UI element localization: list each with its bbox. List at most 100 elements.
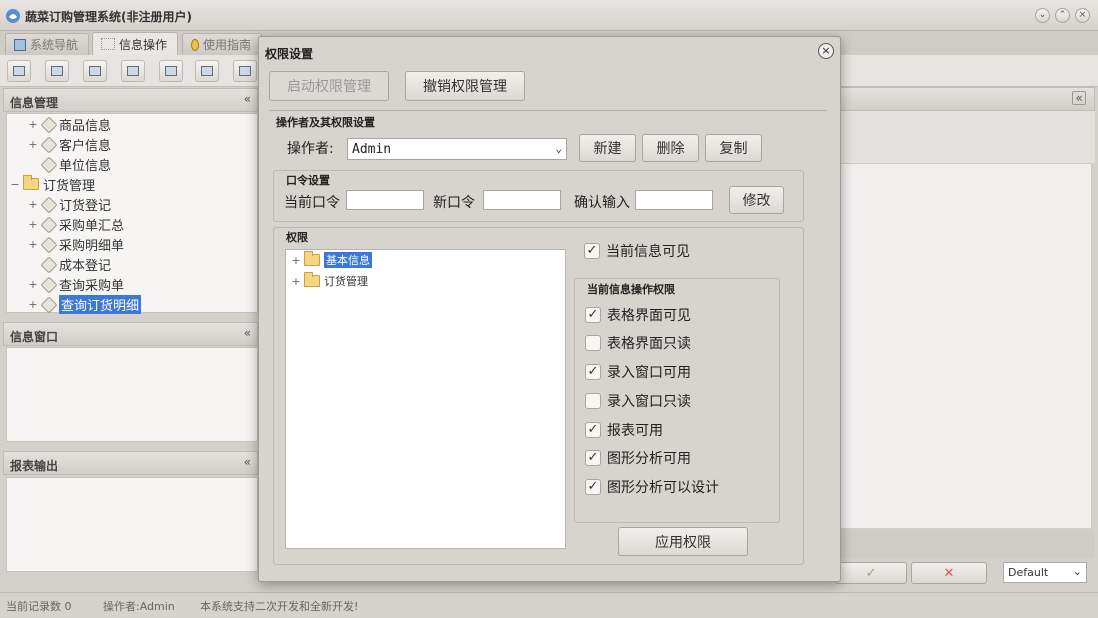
tree-item-products[interactable]: + 商品信息 bbox=[27, 114, 111, 134]
permission-dialog: 权限设置 × 启动权限管理 撤销权限管理 操作者及其权限设置 操作者: Admi… bbox=[258, 36, 841, 582]
new-password-field[interactable] bbox=[483, 190, 561, 210]
checkbox[interactable] bbox=[585, 335, 601, 351]
right-panel-body bbox=[840, 163, 1092, 529]
folder-icon bbox=[304, 251, 320, 266]
search-icon[interactable] bbox=[7, 60, 31, 82]
expand-icon[interactable]: + bbox=[27, 278, 39, 291]
window-icon[interactable] bbox=[159, 60, 183, 82]
collapse-node-icon[interactable]: − bbox=[9, 178, 21, 191]
modify-password-button[interactable]: 修改 bbox=[729, 186, 784, 214]
export-icon[interactable] bbox=[195, 60, 219, 82]
visible-checkbox-row[interactable]: ✓ 当前信息可见 bbox=[584, 241, 690, 261]
close-icon[interactable]: × bbox=[818, 43, 834, 59]
expand-icon[interactable]: + bbox=[27, 118, 39, 131]
collapse-icon[interactable]: « bbox=[1072, 91, 1086, 105]
confirm-password-field[interactable] bbox=[635, 190, 713, 210]
op-table-readonly[interactable]: 表格界面只读 bbox=[585, 333, 691, 353]
tree-item-units[interactable]: 单位信息 bbox=[27, 154, 111, 174]
op-chart-enabled[interactable]: ✓ 图形分析可用 bbox=[585, 448, 691, 468]
op-table-visible[interactable]: ✓ 表格界面可见 bbox=[585, 305, 691, 325]
operator-label: 操作者: bbox=[287, 141, 334, 157]
tree-item-purchase-detail[interactable]: + 采购明细单 bbox=[27, 234, 124, 254]
leaf-icon bbox=[41, 157, 55, 171]
monitor-icon bbox=[14, 38, 26, 51]
checkbox[interactable] bbox=[585, 393, 601, 409]
op-entry-readonly[interactable]: 录入窗口只读 bbox=[585, 391, 691, 411]
tree-item-purchase-summary[interactable]: + 采购单汇总 bbox=[27, 214, 124, 234]
checkbox-label: 表格界面可见 bbox=[607, 308, 691, 324]
current-password-field[interactable] bbox=[346, 190, 424, 210]
operator-select[interactable]: Admin ⌄ bbox=[347, 138, 567, 160]
title-bar: 蔬菜订购管理系统(非注册用户) ⌄ ⌃ × bbox=[0, 0, 1098, 31]
tree-item-order-mgmt[interactable]: − 订货管理 bbox=[9, 174, 95, 194]
new-password-label: 新口令 bbox=[433, 195, 475, 211]
print-icon[interactable] bbox=[233, 60, 257, 82]
list-icon[interactable] bbox=[45, 60, 69, 82]
dialog-title: 权限设置 bbox=[265, 47, 314, 61]
tree-label: 单位信息 bbox=[59, 158, 112, 174]
tree-item-query-purchase[interactable]: + 查询采购单 bbox=[27, 274, 124, 294]
checkbox[interactable]: ✓ bbox=[584, 243, 600, 259]
checkbox[interactable]: ✓ bbox=[585, 422, 601, 438]
tree-item-order-register[interactable]: + 订货登记 bbox=[27, 194, 111, 214]
checkbox[interactable]: ✓ bbox=[585, 364, 601, 380]
expand-icon[interactable]: + bbox=[27, 238, 39, 251]
expand-icon[interactable]: + bbox=[27, 298, 39, 311]
revoke-permission-button[interactable]: 撤销权限管理 bbox=[405, 71, 525, 101]
close-window-icon[interactable]: × bbox=[1075, 8, 1090, 23]
tree-item-query-order-detail[interactable]: + 查询订货明细 bbox=[27, 294, 142, 314]
tree-label: 订货登记 bbox=[59, 198, 112, 214]
expand-icon[interactable]: + bbox=[27, 138, 39, 151]
delete-operator-button[interactable]: 删除 bbox=[642, 134, 699, 162]
leaf-icon bbox=[41, 117, 55, 131]
collapse-icon[interactable]: « bbox=[244, 326, 251, 340]
copy-operator-button[interactable]: 复制 bbox=[705, 134, 762, 162]
info-window-body bbox=[6, 347, 258, 442]
document-icon[interactable] bbox=[83, 60, 107, 82]
cancel-icon[interactable]: ✕ bbox=[911, 562, 987, 584]
style-select[interactable]: Default ⌄ bbox=[1003, 562, 1087, 583]
perm-tree-item-basic-info[interactable]: + 基本信息 bbox=[290, 250, 372, 270]
right-panel-strip bbox=[840, 111, 1095, 163]
op-report-enabled[interactable]: ✓ 报表可用 bbox=[585, 420, 663, 440]
expand-icon[interactable]: + bbox=[27, 218, 39, 231]
op-entry-enabled[interactable]: ✓ 录入窗口可用 bbox=[585, 362, 691, 382]
new-operator-button[interactable]: 新建 bbox=[579, 134, 636, 162]
confirm-icon[interactable]: ✓ bbox=[835, 562, 907, 584]
operator-group-label: 操作者及其权限设置 bbox=[276, 116, 375, 129]
tree-label: 采购明细单 bbox=[59, 238, 125, 254]
collapse-icon[interactable]: « bbox=[244, 455, 251, 469]
tab-user-guide[interactable]: 使用指南 bbox=[182, 33, 262, 55]
folder-icon bbox=[304, 272, 320, 287]
tree-item-cost-register[interactable]: 成本登记 bbox=[27, 254, 111, 274]
leaf-icon bbox=[41, 297, 55, 311]
tab-system-nav[interactable]: 系统导航 bbox=[5, 33, 89, 55]
app-title: 蔬菜订购管理系统(非注册用户) bbox=[25, 10, 192, 24]
status-operator: 操作者:Admin bbox=[103, 600, 175, 613]
maximize-icon[interactable]: ⌃ bbox=[1055, 8, 1070, 23]
tree-label: 查询采购单 bbox=[59, 278, 125, 294]
users-icon[interactable] bbox=[121, 60, 145, 82]
collapse-icon[interactable]: « bbox=[244, 92, 251, 106]
minimize-icon[interactable]: ⌄ bbox=[1035, 8, 1050, 23]
checkbox[interactable]: ✓ bbox=[585, 479, 601, 495]
status-message: 本系统支持二次开发和全新开发! bbox=[200, 600, 359, 613]
op-chart-design[interactable]: ✓ 图形分析可以设计 bbox=[585, 477, 719, 497]
tree-item-customers[interactable]: + 客户信息 bbox=[27, 134, 111, 154]
tab-label: 系统导航 bbox=[29, 38, 78, 52]
enable-permission-button[interactable]: 启动权限管理 bbox=[269, 71, 389, 101]
checkbox[interactable]: ✓ bbox=[585, 450, 601, 466]
apply-permission-button[interactable]: 应用权限 bbox=[618, 527, 748, 556]
checkbox-label: 当前信息可见 bbox=[606, 244, 690, 260]
expand-icon[interactable]: + bbox=[290, 254, 302, 267]
checkbox-label: 录入窗口可用 bbox=[607, 365, 691, 381]
checkbox[interactable]: ✓ bbox=[585, 307, 601, 323]
checkbox-label: 录入窗口只读 bbox=[607, 394, 691, 410]
ops-group-label: 当前信息操作权限 bbox=[587, 283, 675, 296]
tab-info-ops[interactable]: 信息操作 bbox=[92, 32, 178, 55]
folder-icon bbox=[23, 175, 39, 190]
leaf-icon bbox=[41, 197, 55, 211]
expand-icon[interactable]: + bbox=[27, 198, 39, 211]
expand-icon[interactable]: + bbox=[290, 275, 302, 288]
perm-tree-item-order-mgmt[interactable]: + 订货管理 bbox=[290, 271, 368, 291]
